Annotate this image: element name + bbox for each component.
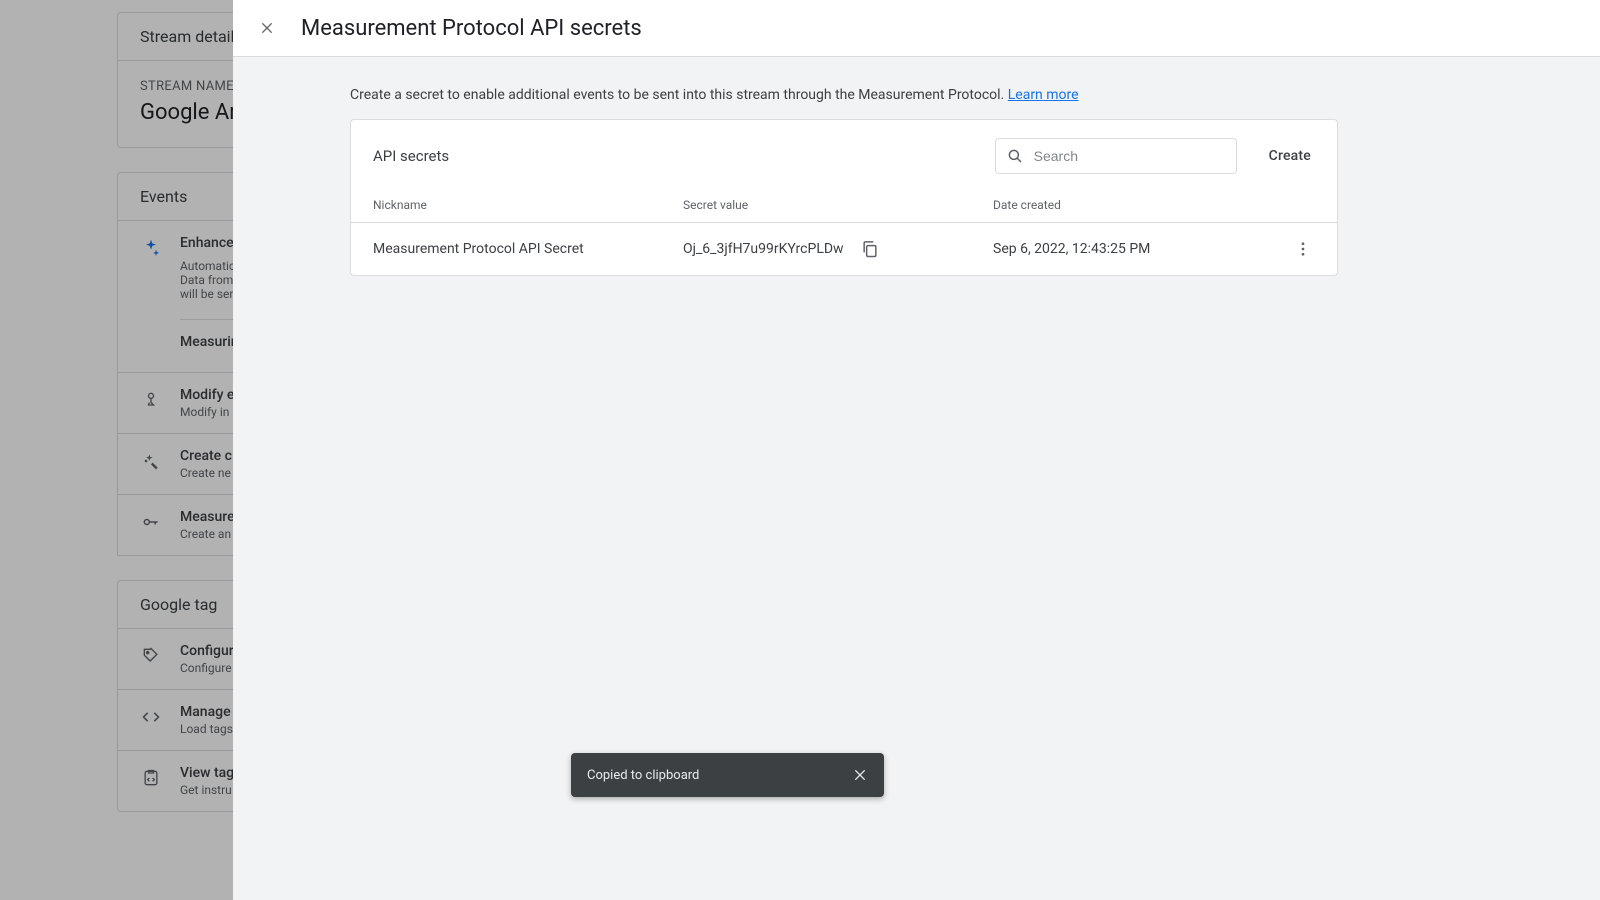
search-icon	[1006, 147, 1024, 165]
api-secrets-card: API secrets Create Nickname Secret value…	[350, 119, 1338, 276]
drawer-title: Measurement Protocol API secrets	[301, 16, 642, 41]
card-title: API secrets	[373, 147, 995, 165]
col-date: Date created	[993, 198, 1315, 212]
col-secret: Secret value	[683, 198, 993, 212]
row-secret-cell: Oj_6_3jfH7u99rKYrcPLDw	[683, 237, 993, 261]
col-nickname: Nickname	[373, 198, 683, 212]
table-row: Measurement Protocol API Secret Oj_6_3jf…	[351, 222, 1337, 275]
row-secret-value: Oj_6_3jfH7u99rKYrcPLDw	[683, 241, 844, 257]
toast-copied: Copied to clipboard	[571, 753, 884, 797]
toast-message: Copied to clipboard	[587, 768, 699, 783]
intro-text-content: Create a secret to enable additional eve…	[350, 87, 1008, 103]
create-button[interactable]: Create	[1265, 142, 1315, 170]
api-secrets-drawer: Measurement Protocol API secrets Create …	[233, 0, 1600, 900]
table-header-row: Nickname Secret value Date created	[351, 188, 1337, 222]
drawer-body: Create a secret to enable additional eve…	[233, 57, 1600, 900]
card-header: API secrets Create	[351, 120, 1337, 188]
learn-more-link[interactable]: Learn more	[1008, 87, 1079, 103]
copy-icon[interactable]	[858, 237, 882, 261]
close-button[interactable]	[255, 16, 279, 40]
search-box[interactable]	[995, 138, 1237, 174]
toast-close-button[interactable]	[852, 767, 868, 783]
row-nickname: Measurement Protocol API Secret	[373, 241, 683, 257]
drawer-header: Measurement Protocol API secrets	[233, 0, 1600, 57]
row-date: Sep 6, 2022, 12:43:25 PM	[993, 241, 1291, 257]
intro-text: Create a secret to enable additional eve…	[350, 87, 1600, 103]
search-input[interactable]	[1034, 148, 1226, 164]
more-vert-icon[interactable]	[1291, 237, 1315, 261]
